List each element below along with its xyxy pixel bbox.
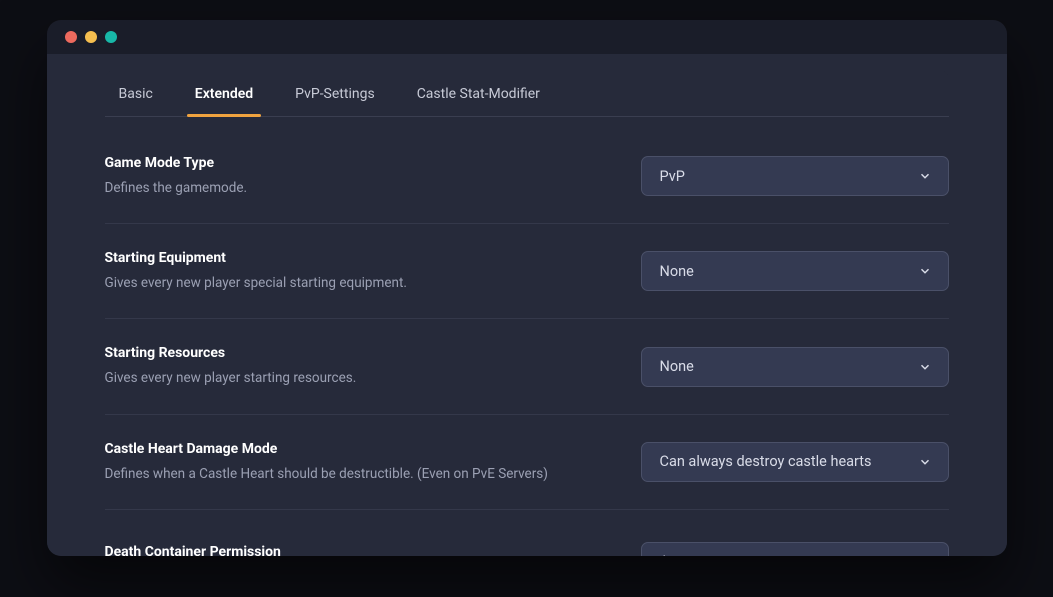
tab-castle-stat-modifier[interactable]: Castle Stat-Modifier: [417, 86, 540, 116]
setting-title: Starting Equipment: [105, 250, 407, 266]
settings-window: Basic Extended PvP-Settings Castle Stat-…: [47, 20, 1007, 556]
starting-equipment-select[interactable]: None: [641, 251, 949, 291]
tab-extended[interactable]: Extended: [195, 86, 253, 116]
setting-title: Castle Heart Damage Mode: [105, 441, 548, 457]
select-value: None: [660, 263, 694, 280]
select-value: Anyone: [660, 553, 708, 556]
death-container-select[interactable]: Anyone: [641, 542, 949, 556]
setting-row-castle-heart: Castle Heart Damage Mode Defines when a …: [105, 415, 949, 510]
window-close-button[interactable]: [65, 31, 77, 43]
setting-title: Game Mode Type: [105, 155, 248, 171]
setting-description: Defines when a Castle Heart should be de…: [105, 465, 548, 483]
chevron-down-icon: [916, 553, 934, 556]
setting-title: Starting Resources: [105, 345, 357, 361]
setting-title: Death Container Permission: [105, 544, 281, 556]
settings-list: Game Mode Type Defines the gamemode. PvP…: [105, 117, 949, 556]
game-mode-select[interactable]: PvP: [641, 156, 949, 196]
setting-description: Gives every new player special starting …: [105, 274, 407, 292]
setting-row-game-mode: Game Mode Type Defines the gamemode. PvP: [105, 125, 949, 224]
window-minimize-button[interactable]: [85, 31, 97, 43]
select-value: None: [660, 358, 694, 375]
chevron-down-icon: [916, 262, 934, 280]
setting-row-death-container: Death Container Permission Anyone: [105, 510, 949, 556]
chevron-down-icon: [916, 358, 934, 376]
window-content: Basic Extended PvP-Settings Castle Stat-…: [47, 54, 1007, 556]
tab-pvp-settings[interactable]: PvP-Settings: [295, 86, 375, 116]
window-titlebar: [47, 20, 1007, 54]
tab-basic[interactable]: Basic: [119, 86, 153, 116]
starting-resources-select[interactable]: None: [641, 347, 949, 387]
setting-row-starting-equipment: Starting Equipment Gives every new playe…: [105, 224, 949, 319]
chevron-down-icon: [916, 453, 934, 471]
setting-row-starting-resources: Starting Resources Gives every new playe…: [105, 319, 949, 414]
setting-description: Gives every new player starting resource…: [105, 369, 357, 387]
window-zoom-button[interactable]: [105, 31, 117, 43]
chevron-down-icon: [916, 167, 934, 185]
settings-tabs: Basic Extended PvP-Settings Castle Stat-…: [105, 70, 949, 117]
castle-heart-select[interactable]: Can always destroy castle hearts: [641, 442, 949, 482]
select-value: PvP: [660, 168, 685, 185]
setting-description: Defines the gamemode.: [105, 179, 248, 197]
select-value: Can always destroy castle hearts: [660, 453, 872, 470]
